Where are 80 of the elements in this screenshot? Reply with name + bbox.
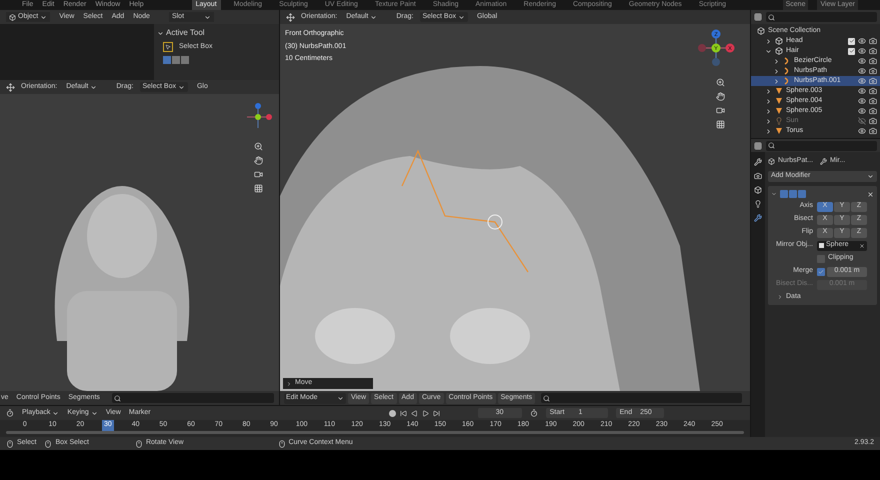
search-icon [768,142,775,149]
tool-tab-icon[interactable] [754,158,762,166]
zoom-icon[interactable] [254,142,262,151]
object-icon [819,243,824,248]
search-field[interactable] [112,393,274,403]
eye-icon[interactable] [858,127,866,135]
jump-end-icon[interactable] [432,410,440,416]
exclude-checkbox[interactable] [848,38,855,44]
eye-icon[interactable] [858,67,866,75]
search-icon [768,14,775,20]
camera-icon[interactable] [869,87,877,95]
clear-icon [859,242,865,248]
eye-icon[interactable] [858,87,866,95]
search-field[interactable] [766,12,877,22]
check-icon [818,268,824,274]
editor-type-icon[interactable] [754,142,762,150]
clock-icon[interactable] [6,409,14,417]
collection-icon [775,37,783,45]
axis-handle[interactable] [726,44,734,52]
grid-icon[interactable] [716,120,724,129]
search-field[interactable] [766,140,877,150]
eye-icon[interactable] [858,107,866,115]
mouse-icon [278,440,286,448]
checkbox[interactable] [817,254,825,262]
eye-icon[interactable] [858,47,866,55]
search-icon [114,394,121,402]
hand-icon[interactable] [716,92,724,101]
collection-icon [757,27,765,35]
camera-icon[interactable] [869,117,877,125]
mesh-icon [775,127,783,135]
mouse-icon [6,440,14,448]
camera-icon[interactable] [869,47,877,55]
checkbox[interactable] [817,268,825,276]
scene-tab-icon[interactable] [754,186,762,194]
transform-icon[interactable] [286,12,295,22]
axis-handle[interactable] [712,44,720,52]
camera-icon[interactable] [869,107,877,115]
camera-icon[interactable] [869,67,877,75]
hand-icon[interactable] [254,156,262,165]
light-icon [775,117,783,125]
display-toggle[interactable] [789,190,797,198]
close-icon[interactable] [867,190,874,198]
panel-title: Active Tool [166,27,205,39]
eye-closed-icon[interactable] [858,117,866,125]
camera-icon[interactable] [716,106,724,115]
grid-icon[interactable] [254,184,262,193]
jump-start-icon[interactable] [400,410,407,416]
camera-icon[interactable] [869,57,877,65]
search-field[interactable] [541,393,742,403]
mouse-icon [44,440,52,448]
display-toggle[interactable] [780,190,788,198]
camera-icon[interactable] [254,170,262,179]
cube-icon [9,14,16,20]
mouse-icon [134,440,143,448]
search-icon [543,394,550,402]
transform-icon[interactable] [6,82,15,92]
stopwatch-icon [530,409,538,417]
axis-handle[interactable] [712,30,720,38]
eye-icon[interactable] [858,57,866,65]
world-tab-icon[interactable] [754,200,762,208]
record-button[interactable] [388,410,396,416]
scrollbar[interactable] [6,431,744,434]
render-tab-icon[interactable] [754,172,762,180]
zoom-icon[interactable] [716,78,724,87]
modifier-tab-icon[interactable] [754,214,762,222]
exclude-checkbox[interactable] [848,48,855,54]
play-reverse-icon[interactable] [410,410,418,416]
display-toggle[interactable] [798,190,806,198]
eye-icon[interactable] [858,77,866,85]
camera-icon[interactable] [869,97,877,105]
camera-icon[interactable] [869,37,877,45]
camera-icon[interactable] [869,77,877,85]
collection-icon [775,47,783,55]
select-box-icon [163,42,173,52]
curve-object-icon [768,158,775,164]
modifier-icon [820,158,828,164]
eye-icon[interactable] [858,37,866,45]
camera-icon[interactable] [869,127,877,135]
eye-icon[interactable] [858,97,866,105]
play-icon[interactable] [422,410,429,416]
